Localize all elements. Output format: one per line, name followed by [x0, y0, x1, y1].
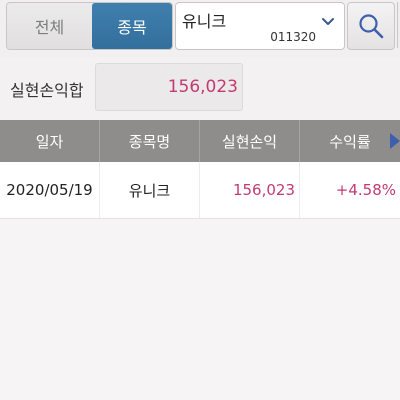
column-header-realized-pl: 실현손익: [200, 120, 300, 162]
table-body: 2020/05/19 유니크 156,023 +4.58%: [0, 162, 400, 219]
column-header-date: 일자: [0, 120, 100, 162]
cell-return-rate: +4.58%: [335, 181, 396, 199]
chevron-down-icon[interactable]: [320, 14, 336, 30]
cell-realized-pl: 156,023: [200, 162, 300, 218]
list-empty-area: [0, 219, 400, 400]
filter-bar: 전체 종목 유니크 011320: [0, 0, 400, 57]
column-header-return-rate-label: 수익률: [329, 132, 371, 151]
summary-row: 실현손익합 156,023: [0, 57, 400, 120]
tab-all[interactable]: 전체: [7, 3, 92, 49]
column-header-return-rate: 수익률: [300, 120, 400, 162]
cell-date: 2020/05/19: [0, 162, 100, 218]
stock-selector[interactable]: 유니크 011320: [175, 2, 345, 50]
stock-name: 유니크: [182, 12, 227, 31]
summary-value-box: 156,023: [95, 63, 243, 111]
triangle-right-icon[interactable]: [390, 133, 400, 149]
scope-segmented-control: 전체 종목: [6, 2, 173, 50]
stock-code: 011320: [270, 30, 316, 44]
table-row[interactable]: 2020/05/19 유니크 156,023 +4.58%: [0, 162, 400, 219]
search-button[interactable]: [347, 2, 395, 50]
tab-stock[interactable]: 종목: [92, 3, 172, 49]
table-header: 일자 종목명 실현손익 수익률: [0, 120, 400, 162]
summary-label: 실현손익합: [10, 81, 84, 100]
column-header-stock-name: 종목명: [100, 120, 200, 162]
cell-stock-name: 유니크: [100, 162, 200, 218]
realized-pl-screen: 전체 종목 유니크 011320 실현손익합 156,023 일자 종목명 실현…: [0, 0, 400, 400]
summary-value: 156,023: [167, 77, 238, 97]
search-icon: [359, 14, 384, 39]
